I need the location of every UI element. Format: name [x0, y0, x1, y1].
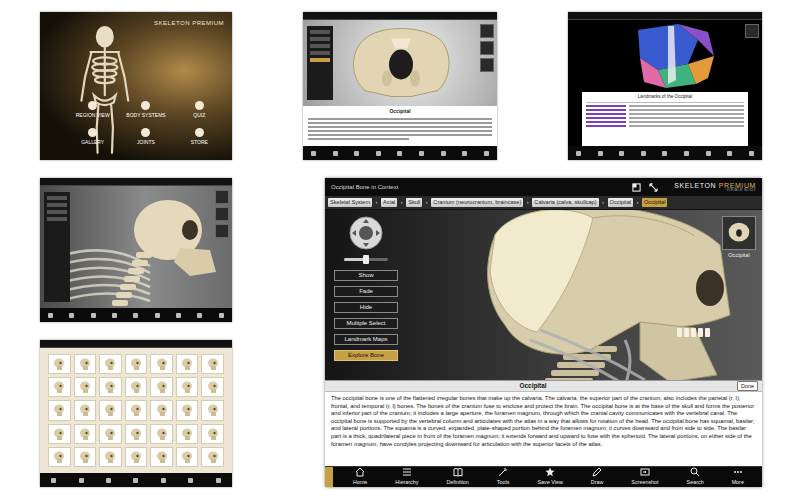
toolbar: [40, 473, 232, 487]
toolbar: [40, 308, 232, 322]
menu-item-label[interactable]: BODY SYSTEMS: [126, 112, 165, 120]
menu-item-label[interactable]: JOINTS: [137, 139, 155, 147]
home-menu-item[interactable]: STORE: [173, 128, 226, 147]
expand-icon[interactable]: [649, 183, 658, 192]
toolbar: [568, 146, 762, 160]
bone-screenshot: Occipital: [303, 12, 497, 160]
info-title: Occipital: [329, 381, 737, 391]
menu-item-icon: [88, 101, 97, 110]
toolbar-button[interactable]: Tools: [497, 467, 510, 486]
toolbar-button[interactable]: More: [732, 467, 744, 486]
toolbar-label[interactable]: Save View: [537, 478, 562, 486]
3d-view[interactable]: Show Fade Hide Multiple Select Landmark Maps…: [325, 210, 762, 380]
menu-item-label[interactable]: REGION VIEW: [76, 112, 110, 120]
breadcrumb-item[interactable]: Calvaria (calva, skullcap): [532, 198, 598, 207]
control-button[interactable]: Fade: [334, 286, 398, 297]
menu-item-icon: [195, 128, 204, 137]
toolbar-button[interactable]: Search: [687, 467, 704, 486]
toolbar-button[interactable]: Screenshot: [631, 467, 658, 486]
home-icon: [355, 467, 365, 477]
breadcrumb-item[interactable]: Occipital: [642, 198, 667, 207]
toolbar-button[interactable]: Definition: [446, 467, 468, 486]
toolbar-button[interactable]: Home: [353, 467, 367, 486]
menu-item-icon: [141, 128, 150, 137]
toolbar-label[interactable]: Home: [353, 478, 367, 486]
toolbar-label[interactable]: Screenshot: [631, 478, 658, 486]
toolbar: [303, 146, 497, 160]
control-button[interactable]: Multiple Select: [334, 318, 398, 329]
toolbar-label[interactable]: Tools: [497, 478, 510, 486]
control-button[interactable]: Hide: [334, 302, 398, 313]
breadcrumb-separator: ›: [600, 198, 607, 207]
toolbar-label[interactable]: Draw: [591, 478, 604, 486]
home-menu-item[interactable]: QUIZ: [173, 101, 226, 120]
context-screenshot: Occipital Bone in Context SKELETON PREMIU…: [325, 178, 762, 487]
toolbar-label[interactable]: Hierarchy: [395, 478, 418, 486]
skeleton-icon: [58, 18, 148, 158]
pencil-icon: [592, 467, 602, 477]
control-button[interactable]: Landmark Maps: [334, 334, 398, 345]
app-logo: SKELETON PREMIUMVISIBLE BODY: [674, 182, 756, 193]
gallery-screenshot: [40, 340, 232, 487]
done-button[interactable]: Done: [737, 381, 758, 391]
occipital-icon: [722, 216, 756, 250]
home-menu-item[interactable]: GALLERY: [66, 128, 119, 147]
zoom-slider[interactable]: [344, 258, 388, 261]
bottom-toolbar: Home Hierarchy Definition Tools Save View Dra…: [325, 466, 762, 487]
logo-word: SKELETON: [674, 182, 716, 189]
toolbar-label[interactable]: Definition: [446, 478, 468, 486]
logo-subtitle: VISIBLE BODY: [726, 189, 756, 193]
neck-screenshot: [40, 178, 232, 322]
wand-icon: [498, 467, 508, 477]
toolbar-button[interactable]: Draw: [591, 467, 604, 486]
bone-thumbnail[interactable]: Occipital: [722, 216, 756, 259]
breadcrumb-item[interactable]: Axial: [381, 198, 397, 207]
menu-item-icon: [195, 101, 204, 110]
landmark-screenshot: Landmarks of the Occipital: [568, 12, 762, 160]
view-title: Occipital Bone in Context: [331, 183, 398, 192]
breadcrumb-separator: ›: [398, 198, 405, 207]
breadcrumb-item[interactable]: Cranium (neurocranium, braincase): [431, 198, 523, 207]
menu-item-label[interactable]: QUIZ: [193, 112, 205, 120]
breadcrumb-separator: ›: [423, 198, 430, 207]
menu-item-icon: [88, 128, 97, 137]
bone-description: The occipital bone is one of the flatten…: [325, 392, 762, 466]
star-icon: [545, 467, 555, 477]
title-bar: Occipital Bone in Context SKELETON PREMIU…: [325, 178, 762, 196]
breadcrumb-item[interactable]: Occipital: [608, 198, 633, 207]
menu-item-label[interactable]: STORE: [191, 139, 208, 147]
breadcrumb-bar: Skeletal System›Axial›Skull›Cranium (neu…: [325, 196, 762, 210]
breadcrumb-separator: ›: [524, 198, 531, 207]
toolbar-button[interactable]: Hierarchy: [395, 467, 418, 486]
breadcrumb-item[interactable]: Skeletal System: [328, 198, 372, 207]
toolbar-button[interactable]: Save View: [537, 467, 562, 486]
control-button[interactable]: Show: [334, 270, 398, 281]
logo-word: PREMIUM: [719, 182, 756, 189]
rotate-joystick-icon[interactable]: [349, 216, 383, 250]
thumbnail-label: Occipital: [728, 251, 749, 259]
home-screenshot: SKELETON PREMIUM REGION VIEW BODY SYSTEMS Q…: [40, 12, 232, 160]
window-icon[interactable]: [632, 183, 641, 192]
book-icon: [453, 467, 463, 477]
screenshot-icon: [640, 467, 650, 477]
home-menu-item[interactable]: JOINTS: [119, 128, 172, 147]
breadcrumb-separator: ›: [373, 198, 380, 207]
menu-item-label[interactable]: GALLERY: [81, 139, 104, 147]
toolbar-label[interactable]: More: [732, 478, 744, 486]
breadcrumb-item[interactable]: Skull: [406, 198, 422, 207]
search-icon: [690, 467, 700, 477]
home-menu-item[interactable]: REGION VIEW: [66, 101, 119, 120]
landmark-title: Landmarks of the Occipital: [586, 94, 744, 103]
app-logo: SKELETON PREMIUM: [154, 12, 232, 28]
more-icon: [733, 467, 743, 477]
list-icon: [402, 467, 412, 477]
colored-bone-icon: [568, 20, 762, 92]
menu-item-icon: [141, 101, 150, 110]
toolbar-label[interactable]: Search: [687, 478, 704, 486]
bone-caption: Occipital: [308, 108, 492, 116]
info-caption-bar: OccipitalDone: [325, 380, 762, 392]
control-button[interactable]: Explore Bone: [334, 350, 398, 361]
breadcrumb-separator: ›: [634, 198, 641, 207]
home-menu-item[interactable]: BODY SYSTEMS: [119, 101, 172, 120]
